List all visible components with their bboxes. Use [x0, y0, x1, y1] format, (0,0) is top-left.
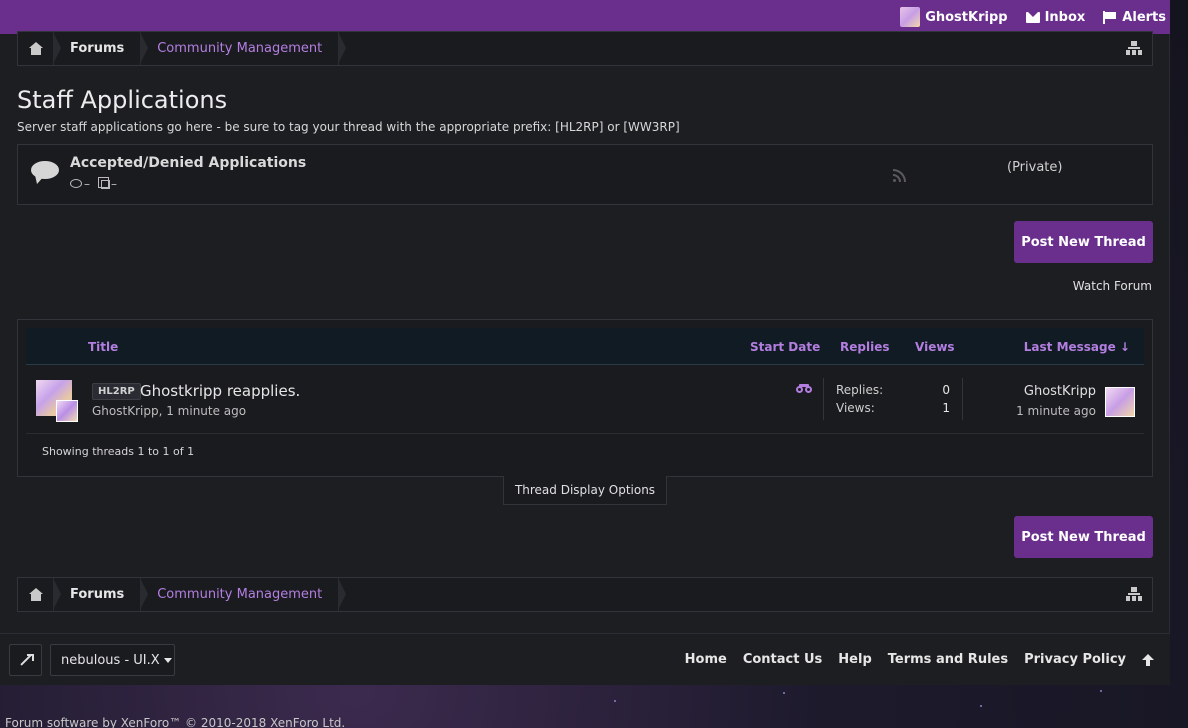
discussions-stat: –: [70, 177, 90, 191]
subforum-private-status: (Private): [1007, 160, 1063, 175]
inbox-link[interactable]: Inbox: [1025, 9, 1086, 25]
envelope-icon: [1025, 11, 1040, 23]
footer: nebulous - UI.X Home Contact Us Help Ter…: [0, 633, 1170, 685]
star: [783, 692, 785, 694]
messages-count: –: [111, 177, 117, 191]
breadcrumb-community-management[interactable]: Community Management: [141, 32, 347, 65]
style-chooser-label: nebulous - UI.X: [61, 652, 160, 668]
last-post-avatar[interactable]: [1105, 387, 1135, 417]
sort-views[interactable]: Views: [915, 340, 955, 354]
sort-last-message[interactable]: Last Message ↓: [1024, 340, 1130, 354]
arrow-up-icon[interactable]: [1142, 653, 1154, 666]
subforum-stats: – –: [70, 177, 117, 191]
thread-start-time: 1 minute ago: [166, 404, 247, 418]
expand-icon: [20, 654, 34, 666]
sitemap-icon[interactable]: [1126, 41, 1142, 55]
last-poster-avatar: [56, 400, 78, 422]
sort-title[interactable]: Title: [88, 340, 118, 354]
post-new-thread-button-top[interactable]: Post New Thread: [1014, 221, 1153, 263]
replies-label: Replies:: [836, 383, 884, 397]
footer-links: Home Contact Us Help Terms and Rules Pri…: [669, 652, 1154, 667]
thread-prefix[interactable]: HL2RP: [92, 383, 141, 400]
sort-start-date[interactable]: Start Date: [750, 340, 820, 354]
caret-down-icon: [163, 657, 172, 663]
page-description: Server staff applications go here - be s…: [17, 120, 680, 134]
subforum-node: Accepted/Denied Applications – – (Privat…: [17, 144, 1153, 205]
page-container: GhostKripp Inbox Alerts Forums Community…: [0, 0, 1170, 685]
thread-row: HL2RP Ghostkripp reapplies. GhostKripp, …: [26, 366, 1144, 434]
sitemap-icon[interactable]: [1126, 587, 1142, 601]
thread-avatars[interactable]: [36, 380, 78, 422]
breadcrumb-home[interactable]: [18, 32, 61, 65]
star: [614, 700, 616, 702]
toggle-width-button[interactable]: [9, 644, 42, 676]
home-icon: [28, 42, 43, 55]
thread-meta: GhostKripp, 1 minute ago: [92, 404, 246, 418]
views-label: Views:: [836, 401, 875, 415]
inbox-label: Inbox: [1044, 9, 1086, 25]
alerts-link[interactable]: Alerts: [1103, 10, 1166, 25]
flag-icon: [1103, 10, 1117, 24]
forum-bubble-icon: [31, 161, 59, 185]
thread-stats: Replies: 0 Views: 1: [823, 378, 963, 420]
preview-binoculars-icon[interactable]: [796, 384, 812, 393]
messages-stat: –: [98, 177, 117, 191]
thread-title-link[interactable]: Ghostkripp reapplies.: [140, 382, 300, 400]
thread-author[interactable]: GhostKripp: [92, 404, 159, 418]
alerts-label: Alerts: [1122, 9, 1166, 25]
footer-link-home[interactable]: Home: [685, 652, 727, 667]
breadcrumb-community-management[interactable]: Community Management: [141, 578, 347, 611]
user-avatar: [900, 7, 921, 27]
copy-icon: [98, 177, 110, 189]
subforum-title-link[interactable]: Accepted/Denied Applications: [70, 155, 306, 171]
thread-list-header: Title Start Date Replies Views Last Mess…: [26, 328, 1144, 365]
page-title: Staff Applications: [17, 86, 228, 114]
star: [1100, 690, 1102, 692]
thread-list: Title Start Date Replies Views Last Mess…: [17, 319, 1153, 477]
breadcrumb-top: Forums Community Management: [17, 31, 1153, 66]
footer-link-privacy[interactable]: Privacy Policy: [1024, 652, 1126, 667]
breadcrumb-home[interactable]: [18, 578, 61, 611]
watch-forum-link[interactable]: Watch Forum: [1073, 279, 1152, 293]
star: [980, 705, 982, 707]
footer-link-terms[interactable]: Terms and Rules: [888, 652, 1008, 667]
top-nav-bar: GhostKripp Inbox Alerts: [0, 0, 1170, 34]
comment-icon: [70, 179, 82, 188]
discussions-count: –: [84, 177, 90, 191]
breadcrumb-forums[interactable]: Forums: [54, 578, 149, 611]
footer-link-help[interactable]: Help: [838, 652, 871, 667]
post-new-thread-button-bottom[interactable]: Post New Thread: [1014, 516, 1153, 558]
footer-link-contact[interactable]: Contact Us: [743, 652, 822, 667]
home-icon: [28, 588, 43, 601]
rss-icon[interactable]: [893, 169, 906, 182]
breadcrumb-forums[interactable]: Forums: [54, 32, 149, 65]
breadcrumb-bottom: Forums Community Management: [17, 577, 1153, 612]
copyright-text: Forum software by XenForo™ © 2010-2018 X…: [5, 716, 346, 728]
style-chooser[interactable]: nebulous - UI.X: [50, 644, 175, 676]
username-label: GhostKripp: [925, 9, 1008, 25]
views-count: 1: [942, 401, 950, 415]
replies-count: 0: [942, 383, 950, 397]
last-post-time[interactable]: 1 minute ago: [1016, 404, 1096, 418]
last-post-user[interactable]: GhostKripp: [1024, 384, 1096, 399]
sort-replies[interactable]: Replies: [840, 340, 889, 354]
thread-display-options-toggle[interactable]: Thread Display Options: [503, 476, 667, 505]
showing-threads-text: Showing threads 1 to 1 of 1: [42, 445, 195, 458]
user-menu[interactable]: GhostKripp: [900, 7, 1008, 27]
